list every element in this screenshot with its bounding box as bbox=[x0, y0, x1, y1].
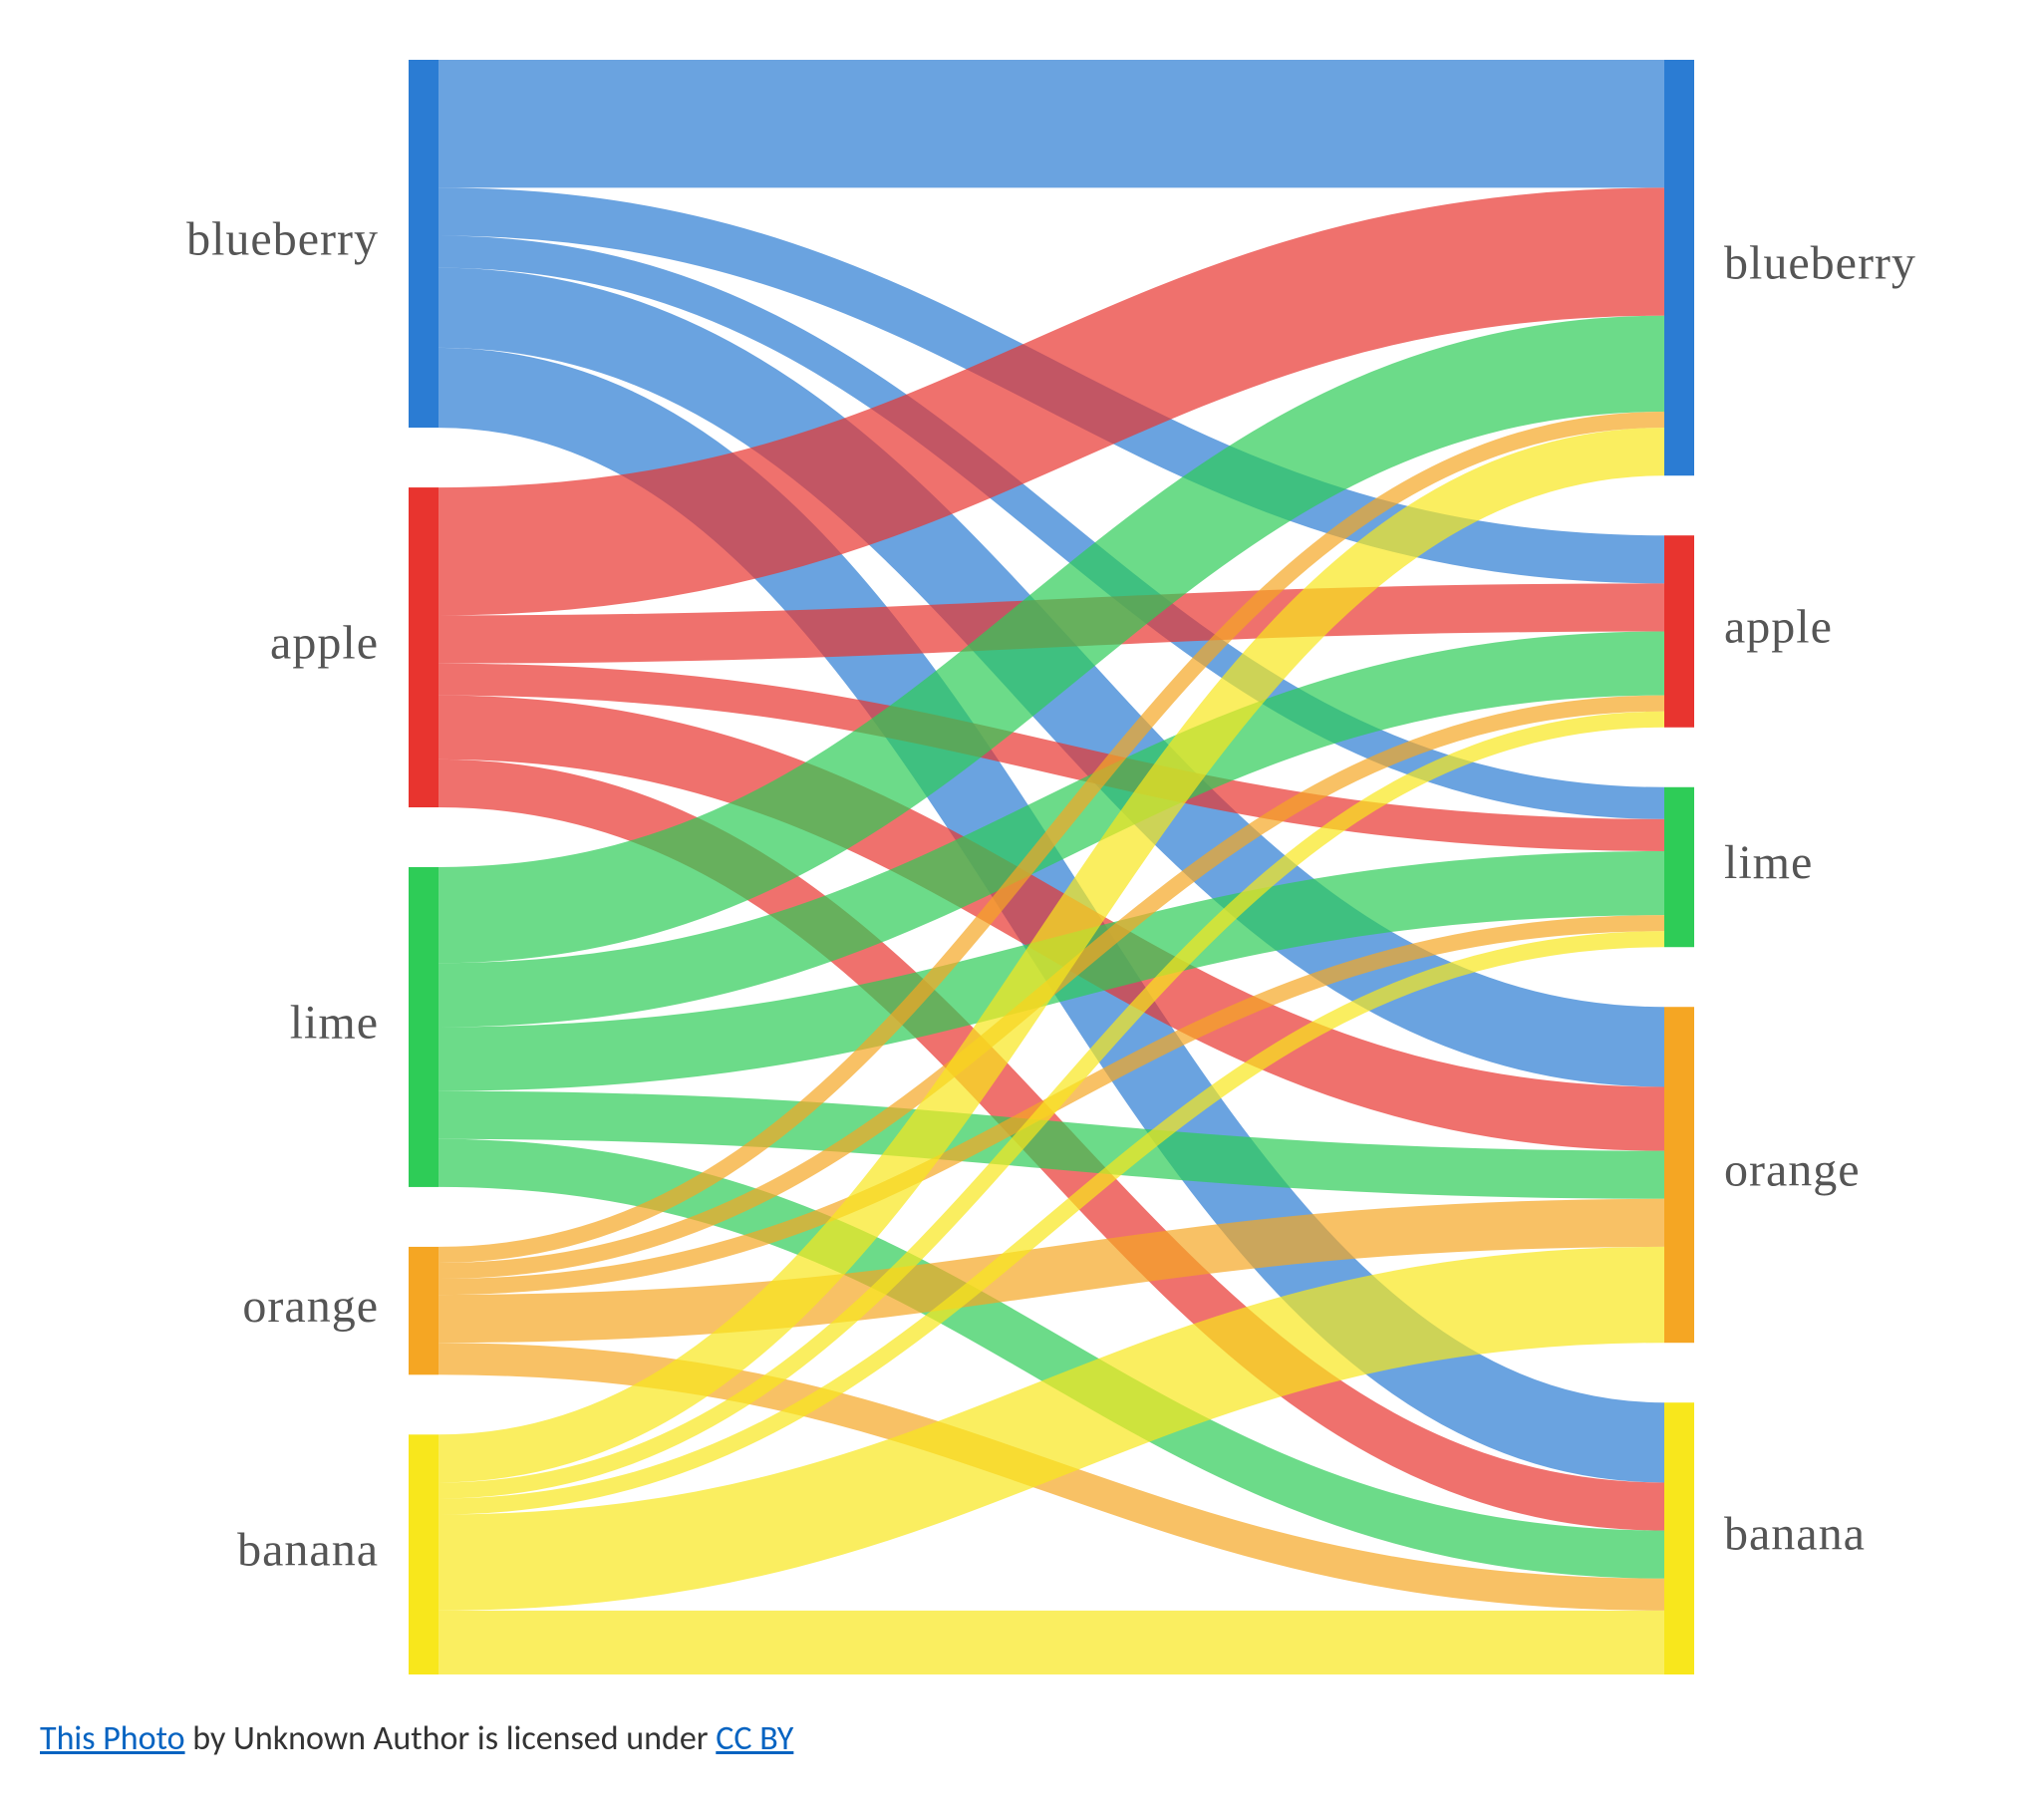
node-left-blueberry bbox=[409, 60, 438, 428]
node-right-lime bbox=[1664, 787, 1694, 947]
node-label-left-banana: banana bbox=[237, 1524, 379, 1577]
node-label-left-orange: orange bbox=[242, 1280, 379, 1333]
node-label-right-banana: banana bbox=[1724, 1508, 1866, 1561]
node-label-right-orange: orange bbox=[1724, 1144, 1861, 1197]
node-left-apple bbox=[409, 487, 438, 807]
node-label-right-apple: apple bbox=[1724, 601, 1833, 654]
attribution-middle-text: by Unknown Author is licensed under bbox=[185, 1718, 717, 1759]
attribution-line: This Photo by Unknown Author is licensed… bbox=[40, 1718, 1961, 1759]
sankey-chart: blueberry apple lime orange banana blueberry a… bbox=[40, 40, 1933, 1694]
node-right-blueberry bbox=[1664, 60, 1694, 475]
node-label-right-blueberry: blueberry bbox=[1724, 237, 1916, 290]
sankey-links bbox=[438, 124, 1664, 1643]
attribution-license-link[interactable]: CC BY bbox=[716, 1718, 793, 1759]
node-label-left-lime: lime bbox=[290, 996, 379, 1049]
node-left-lime bbox=[409, 867, 438, 1187]
node-label-right-lime: lime bbox=[1724, 836, 1813, 889]
node-left-orange bbox=[409, 1247, 438, 1374]
node-right-apple bbox=[1664, 535, 1694, 728]
node-left-banana bbox=[409, 1434, 438, 1674]
node-right-banana bbox=[1664, 1402, 1694, 1674]
node-label-left-blueberry: blueberry bbox=[186, 213, 379, 266]
attribution-photo-link[interactable]: This Photo bbox=[40, 1718, 185, 1759]
node-label-left-apple: apple bbox=[270, 617, 379, 670]
node-right-orange bbox=[1664, 1007, 1694, 1343]
